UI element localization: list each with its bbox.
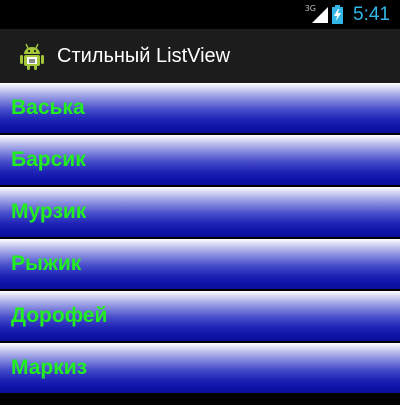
cat-list[interactable]: Васька Барсик Мурзик Рыжик Дорофей Марки… bbox=[0, 83, 400, 405]
list-item[interactable]: Маркиз bbox=[0, 343, 400, 395]
list-item-label: Мурзик bbox=[11, 200, 87, 223]
list-item[interactable]: Барсик bbox=[0, 135, 400, 187]
list-item-label: Васька bbox=[11, 96, 85, 119]
action-bar: Стильный ListView bbox=[0, 29, 400, 83]
list-item[interactable]: Мурзик bbox=[0, 187, 400, 239]
app-title: Стильный ListView bbox=[57, 44, 231, 67]
list-item-label: Дорофей bbox=[11, 304, 108, 327]
status-clock: 5:41 bbox=[353, 3, 390, 25]
list-item[interactable]: Рыжик bbox=[0, 239, 400, 291]
network-type-label: 3G bbox=[304, 4, 317, 13]
status-bar: 3G 5:41 bbox=[0, 0, 400, 29]
android-robot-icon[interactable] bbox=[17, 41, 47, 71]
list-item[interactable]: Дорофей bbox=[0, 291, 400, 343]
phone-screen: 3G 5:41 Стильный ListView Васька Барсик … bbox=[0, 0, 400, 405]
list-item-label: Барсик bbox=[11, 148, 86, 171]
list-item[interactable]: Васька bbox=[0, 83, 400, 135]
list-item-label: Маркиз bbox=[11, 356, 88, 379]
battery-charging-icon bbox=[332, 5, 344, 24]
status-icons: 3G 5:41 bbox=[305, 0, 390, 29]
list-item-label: Рыжик bbox=[11, 252, 82, 275]
